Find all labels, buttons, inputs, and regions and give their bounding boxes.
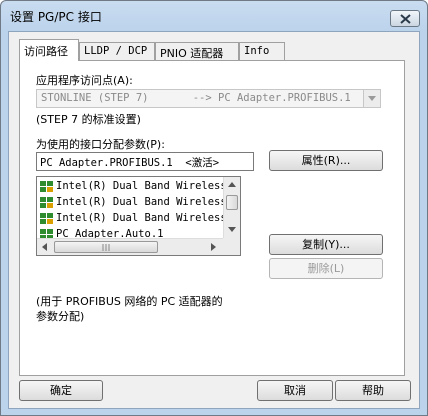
network-adapter-icon bbox=[40, 197, 53, 208]
tab-pnio-adapter[interactable]: PNIO 适配器 bbox=[155, 42, 239, 61]
close-button[interactable] bbox=[390, 10, 420, 27]
network-adapter-icon bbox=[40, 213, 53, 224]
tab-label: 访问路径 bbox=[24, 45, 68, 58]
scroll-down-icon bbox=[228, 227, 236, 232]
button-label: 复制(Y)... bbox=[302, 238, 350, 251]
vertical-scroll-thumb[interactable] bbox=[226, 195, 238, 210]
button-label: 帮助 bbox=[362, 384, 384, 397]
scroll-up-icon bbox=[228, 182, 236, 187]
access-point-value: STONLINE (STEP 7) --> PC Adapter.PROFIBU… bbox=[41, 92, 351, 104]
horizontal-scroll-thumb[interactable] bbox=[54, 241, 158, 253]
scroll-corner bbox=[223, 238, 240, 255]
network-adapter-icon bbox=[40, 181, 53, 192]
tab-info[interactable]: Info bbox=[239, 42, 285, 61]
button-label: 确定 bbox=[50, 384, 72, 397]
ok-button[interactable]: 确定 bbox=[19, 380, 103, 401]
interface-params-value: PC Adapter.PROFIBUS.1 <激活> bbox=[40, 157, 220, 169]
tab-label: PNIO 适配器 bbox=[160, 47, 224, 60]
button-label: 属性(R)... bbox=[301, 154, 351, 167]
list-item-label: Intel(R) Dual Band Wireless- bbox=[56, 180, 234, 192]
horizontal-scrollbar[interactable] bbox=[37, 238, 223, 255]
dialog-window: 设置 PG/PC 接口 访问路径 LLDP / DCP PNIO 适配器 Inf… bbox=[0, 0, 428, 416]
tab-access-path[interactable]: 访问路径 bbox=[19, 39, 79, 61]
title-bar[interactable]: 设置 PG/PC 接口 bbox=[1, 1, 427, 31]
interface-params-label: 为使用的接口分配参数(P): bbox=[36, 138, 165, 151]
button-label: 删除(L) bbox=[307, 262, 345, 275]
tab-panel-access-path: 应用程序访问点(A): STONLINE (STEP 7) --> PC Ada… bbox=[19, 60, 405, 376]
access-point-select[interactable]: STONLINE (STEP 7) --> PC Adapter.PROFIBU… bbox=[36, 89, 381, 108]
scroll-right-icon bbox=[211, 243, 216, 251]
button-label: 取消 bbox=[284, 384, 306, 397]
access-point-hint: (STEP 7 的标准设置) bbox=[36, 113, 141, 126]
vertical-scrollbar[interactable] bbox=[223, 177, 240, 239]
dropdown-arrow[interactable] bbox=[363, 90, 380, 107]
help-button[interactable]: 帮助 bbox=[335, 380, 411, 401]
properties-button[interactable]: 属性(R)... bbox=[269, 150, 383, 171]
cancel-button[interactable]: 取消 bbox=[257, 380, 333, 401]
access-point-label: 应用程序访问点(A): bbox=[36, 74, 133, 87]
delete-button[interactable]: 删除(L) bbox=[269, 258, 383, 279]
list-item-label: Intel(R) Dual Band Wireless- bbox=[56, 212, 234, 224]
tab-lldp-dcp[interactable]: LLDP / DCP bbox=[79, 42, 155, 61]
interface-list[interactable]: Intel(R) Dual Band Wireless- Intel(R) Du… bbox=[36, 176, 241, 256]
tab-label: LLDP / DCP bbox=[84, 45, 148, 57]
dialog-client-area: 访问路径 LLDP / DCP PNIO 适配器 Info 应用程序访问点(A)… bbox=[8, 31, 420, 409]
scroll-left-icon bbox=[42, 243, 47, 251]
tab-label: Info bbox=[244, 45, 270, 57]
interface-description: (用于 PROFIBUS 网络的 PC 适配器的 参数分配) bbox=[36, 295, 223, 323]
grip-icon bbox=[102, 244, 110, 251]
list-item-label: Intel(R) Dual Band Wireless- bbox=[56, 196, 234, 208]
close-icon bbox=[400, 14, 411, 24]
chevron-down-icon bbox=[368, 96, 376, 101]
interface-params-field[interactable]: PC Adapter.PROFIBUS.1 <激活> bbox=[36, 152, 254, 171]
copy-button[interactable]: 复制(Y)... bbox=[269, 234, 383, 255]
window-title: 设置 PG/PC 接口 bbox=[10, 10, 102, 24]
